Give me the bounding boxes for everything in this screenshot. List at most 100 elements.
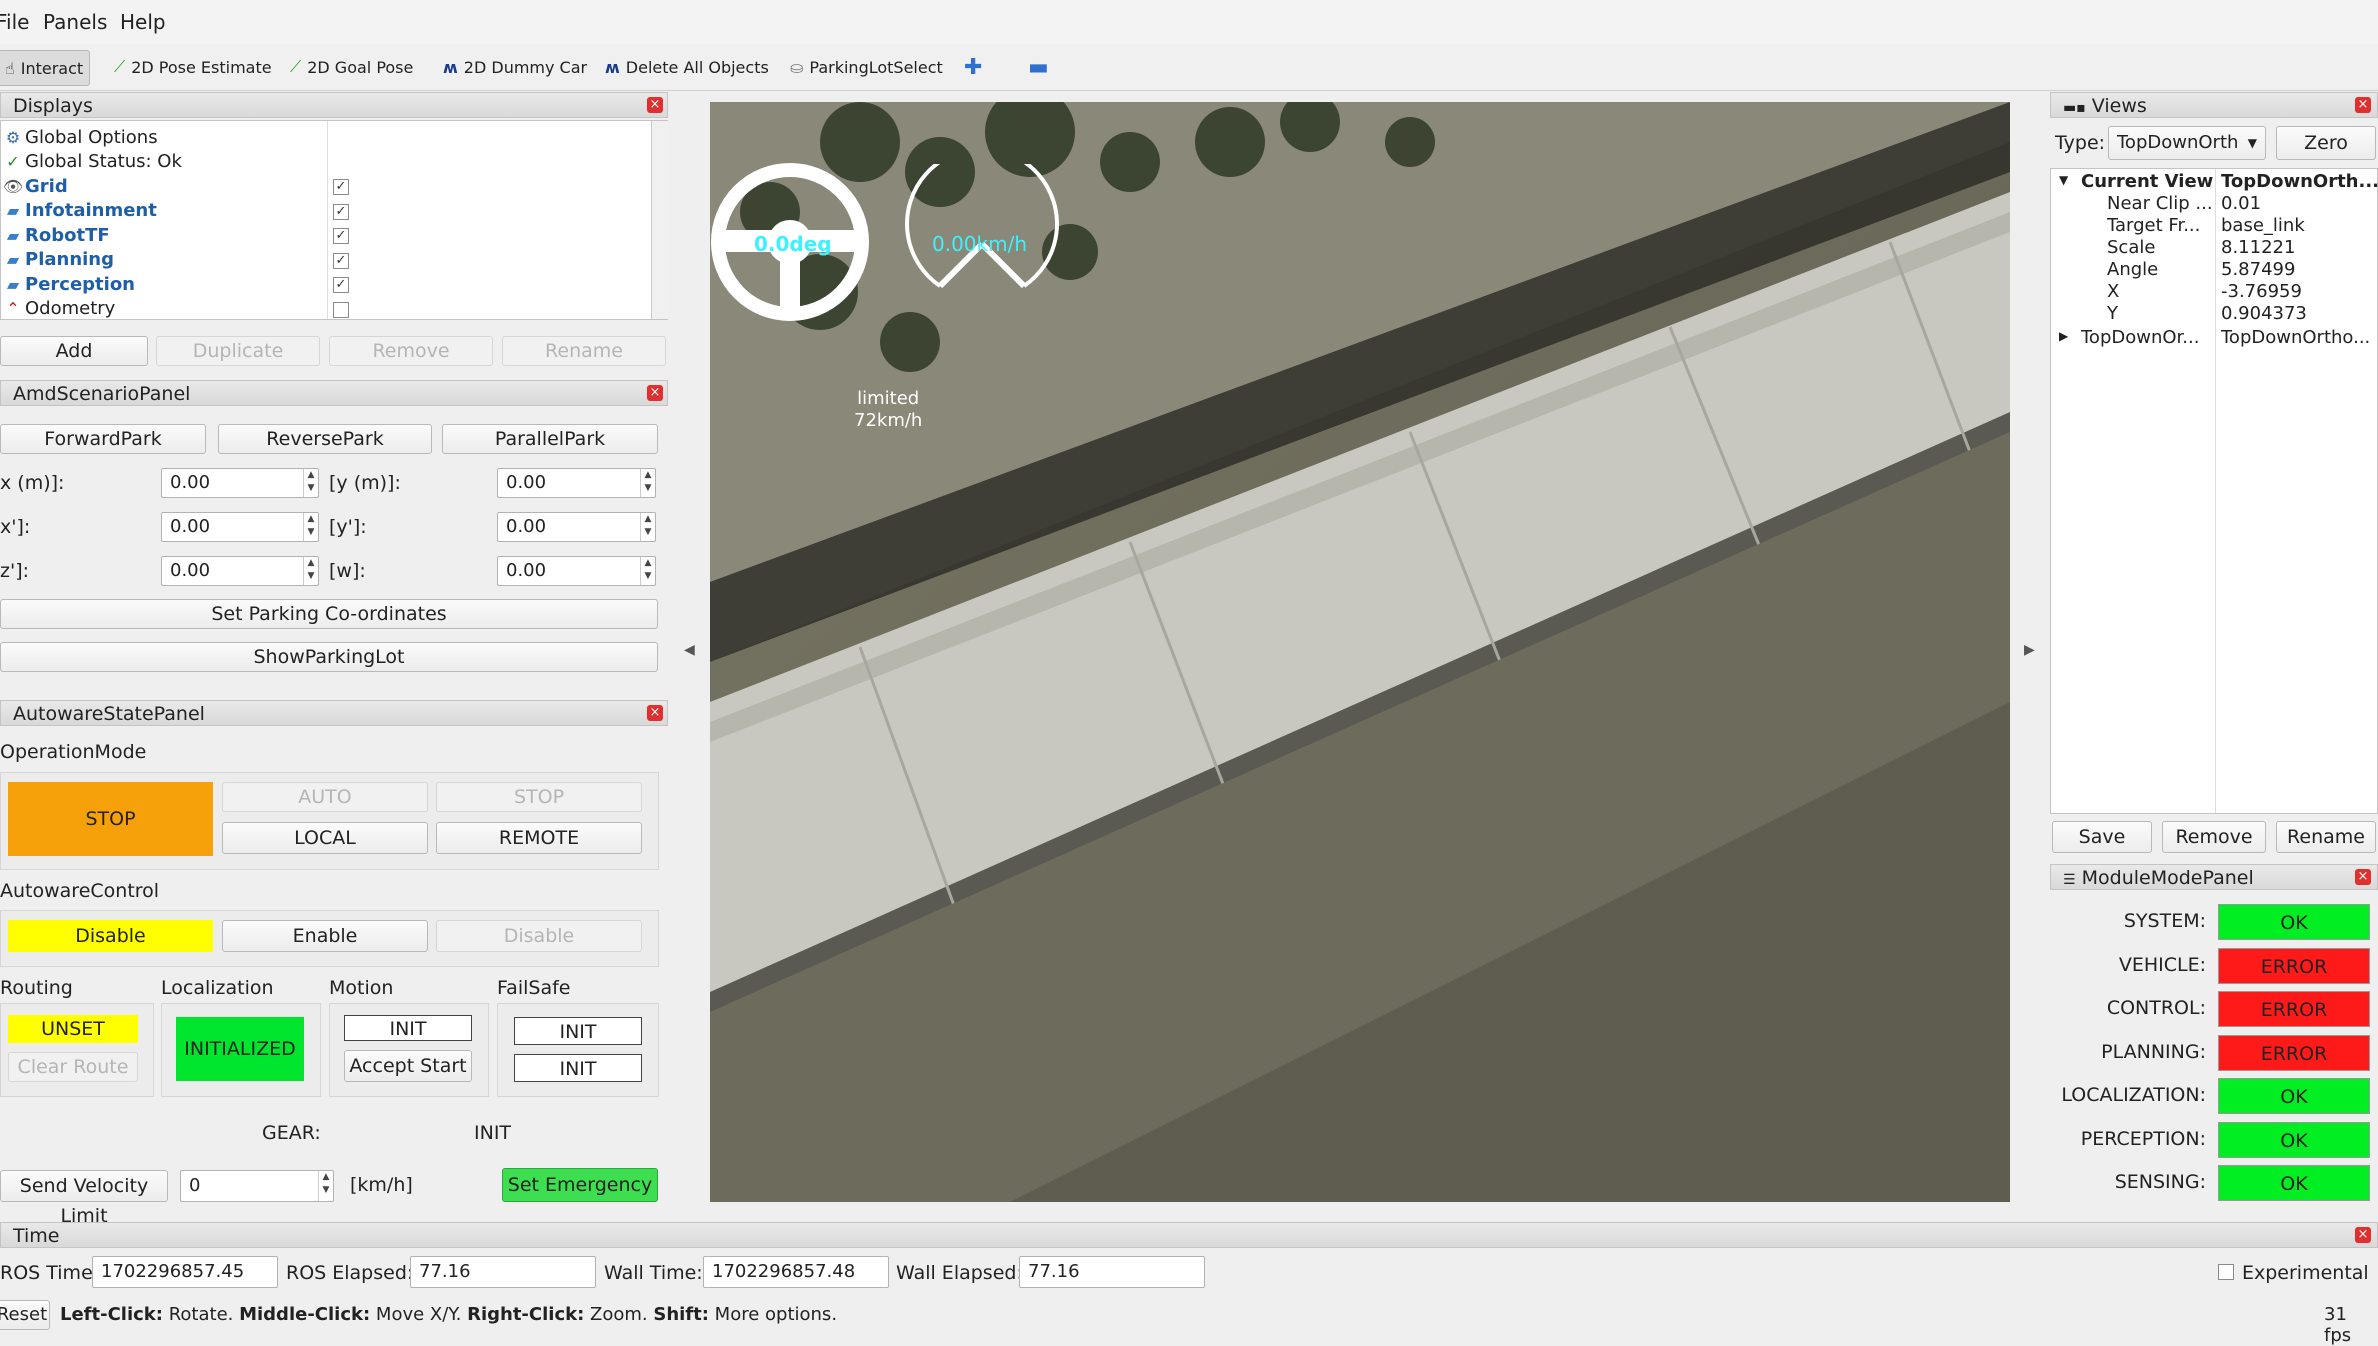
experimental-label: Experimental (2242, 1262, 2369, 1284)
expand-icon[interactable]: ▼ (2059, 173, 2068, 187)
remove-tool-icon[interactable]: ▬ (1028, 50, 1049, 84)
add-tool-icon[interactable]: ✚ (964, 50, 982, 84)
pose-estimate-tool[interactable]: ⟋ 2D Pose Estimate (114, 50, 272, 84)
close-icon[interactable]: × (647, 97, 663, 113)
spinner-icon[interactable]: ▲ ▼ (303, 513, 318, 541)
clear-route-button[interactable]: Clear Route (8, 1052, 138, 1082)
display-item[interactable]: ▰ Perception (1, 272, 135, 296)
menu-help[interactable]: Help (120, 10, 166, 34)
display-item[interactable]: ⌃ Odometry (1, 297, 115, 321)
module-name: CONTROL: (2106, 997, 2206, 1019)
collapse-right-icon[interactable]: ▶ (2024, 642, 2035, 658)
xp-input[interactable]: 0.00 ▲ ▼ (161, 512, 319, 542)
display-enabled-checkbox[interactable]: ✓ (333, 277, 349, 293)
set-emergency-button[interactable]: Set Emergency (502, 1168, 658, 1202)
wall-elapsed-field[interactable]: 77.16 (1019, 1256, 1205, 1288)
view-property-value[interactable]: 5.87499 (2221, 259, 2295, 280)
delete-all-tool[interactable]: ʍ Delete All Objects (605, 50, 769, 84)
rename-display-button[interactable]: Rename (502, 336, 666, 366)
w-input[interactable]: 0.00 ▲ ▼ (497, 556, 656, 586)
remove-view-button[interactable]: Remove (2162, 821, 2266, 853)
display-enabled-checkbox[interactable]: ✓ (333, 228, 349, 244)
dummy-car-tool[interactable]: ʍ 2D Dummy Car (443, 50, 587, 84)
view-type-select[interactable]: TopDownOrth ▼ (2108, 126, 2266, 160)
auto-button[interactable]: AUTO (222, 782, 428, 812)
time-title: Time (13, 1225, 60, 1247)
module-status-badge: ERROR (2218, 947, 2370, 984)
menu-file[interactable]: File (0, 10, 29, 34)
close-icon[interactable]: × (647, 705, 663, 721)
goal-pose-tool[interactable]: ⟋ 2D Goal Pose (290, 50, 413, 84)
zero-button[interactable]: Zero (2276, 126, 2376, 160)
close-icon[interactable]: × (2355, 97, 2371, 113)
show-parking-lot-button[interactable]: ShowParkingLot (0, 642, 658, 672)
displays-header: Displays × (0, 92, 668, 118)
hand-icon: ☝ (5, 58, 15, 78)
close-icon[interactable]: × (647, 385, 663, 401)
remove-display-button[interactable]: Remove (329, 336, 493, 366)
close-icon[interactable]: × (2355, 1227, 2371, 1243)
reset-button[interactable]: Reset (0, 1300, 50, 1330)
display-item[interactable]: ⚙ Global Options (1, 125, 158, 149)
local-button[interactable]: LOCAL (222, 822, 428, 854)
spinner-icon[interactable]: ▲ ▼ (640, 513, 655, 541)
parallel-park-button[interactable]: ParallelPark (442, 424, 658, 454)
module-status-badge: ERROR (2218, 1034, 2370, 1071)
spinner-icon[interactable]: ▲ ▼ (303, 469, 318, 497)
send-velocity-limit-button[interactable]: Send Velocity Limit (0, 1170, 168, 1227)
view-property-value[interactable]: -3.76959 (2221, 281, 2302, 302)
zp-input[interactable]: 0.00 ▲ ▼ (161, 556, 319, 586)
display-enabled-checkbox[interactable]: ✓ (333, 252, 349, 269)
save-view-button[interactable]: Save (2052, 821, 2152, 853)
display-item[interactable]: ▰ RobotTF (1, 223, 110, 247)
close-icon[interactable]: × (2355, 869, 2371, 885)
duplicate-button[interactable]: Duplicate (156, 336, 320, 366)
menu-panels[interactable]: Panels (43, 10, 107, 34)
parking-lot-select-tool[interactable]: ⛀ ParkingLotSelect (790, 50, 943, 84)
ros-elapsed-field[interactable]: 77.16 (410, 1256, 596, 1288)
x-input[interactable]: 0.00 ▲ ▼ (161, 468, 319, 498)
saved-view-label[interactable]: TopDownOr... (2081, 327, 2199, 348)
rename-view-button[interactable]: Rename (2276, 821, 2376, 853)
spinner-icon[interactable]: ▲ ▼ (640, 469, 655, 497)
display-item[interactable]: ▰ Planning (1, 248, 114, 272)
collapse-left-icon[interactable]: ◀ (684, 642, 695, 658)
display-item[interactable]: ▰ Infotainment (1, 199, 157, 223)
experimental-checkbox[interactable] (2218, 1264, 2234, 1280)
display-enabled-checkbox[interactable]: ✓ (333, 203, 349, 220)
enable-button[interactable]: Enable (222, 920, 428, 952)
module-name: PLANNING: (2101, 1040, 2206, 1063)
y-input[interactable]: 0.00 ▲ ▼ (497, 468, 656, 498)
ros-time-field[interactable]: 1702296857.45 (92, 1256, 278, 1288)
forward-park-button[interactable]: ForwardPark (0, 424, 206, 454)
autoware-logo-icon: ʍ (605, 57, 620, 77)
folder-icon: ▰ (6, 274, 20, 294)
stop-button[interactable]: STOP (436, 782, 642, 812)
view-property-value[interactable]: 0.904373 (2221, 303, 2307, 324)
view-property-value[interactable]: 8.11221 (2221, 237, 2295, 258)
module-name: PERCEPTION: (2080, 1127, 2206, 1150)
operation-mode-label: OperationMode (0, 741, 147, 763)
spinner-icon[interactable]: ▲ ▼ (318, 1171, 333, 1201)
add-display-button[interactable]: Add (0, 336, 148, 366)
spinner-icon[interactable]: ▲ ▼ (303, 557, 318, 585)
set-parking-coordinates-button[interactable]: Set Parking Co-ordinates (0, 599, 658, 629)
yp-input[interactable]: 0.00 ▲ ▼ (497, 512, 656, 542)
collapse-icon[interactable]: ▶ (2059, 329, 2068, 343)
reverse-park-button[interactable]: ReversePark (218, 424, 432, 454)
view-property-value[interactable]: base_link (2221, 215, 2305, 236)
wall-time-field[interactable]: 1702296857.48 (703, 1256, 889, 1288)
display-enabled-checkbox[interactable]: ✓ (333, 179, 349, 195)
scrollbar[interactable] (651, 121, 668, 319)
velocity-limit-input[interactable]: 0 ▲ ▼ (180, 1170, 334, 1202)
display-enabled-checkbox[interactable] (333, 301, 349, 318)
spinner-icon[interactable]: ▲ ▼ (640, 557, 655, 585)
disable-button[interactable]: Disable (436, 920, 642, 952)
render-viewport[interactable]: 0.0deg 0.00km/h limited 72km/h (710, 102, 2010, 1202)
interact-tool[interactable]: ☝ Interact (0, 50, 91, 86)
remote-button[interactable]: REMOTE (436, 822, 642, 854)
accept-start-button[interactable]: Accept Start (344, 1050, 472, 1082)
view-property-value[interactable]: 0.01 (2221, 193, 2261, 214)
display-item[interactable]: ✓ Global Status: Ok (1, 150, 182, 174)
display-item[interactable]: 👁 Grid (1, 174, 68, 198)
